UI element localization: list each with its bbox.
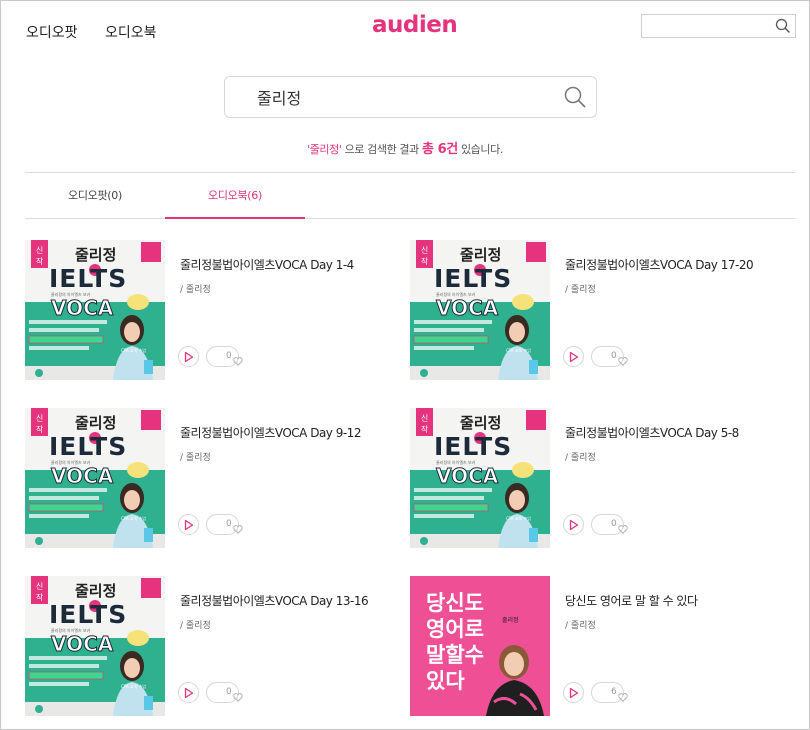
main-search-box (224, 76, 597, 118)
svg-text:VOCA: VOCA (51, 296, 114, 320)
svg-text:CTA 교육 수업: CTA 교육 수업 (506, 515, 531, 521)
svg-text:신: 신 (36, 414, 43, 423)
audiobook-author[interactable]: / 줄리정 (565, 450, 596, 463)
svg-text:줄리정: 줄리정 (75, 414, 116, 432)
like-count: 0 (226, 519, 232, 529)
audiobook-item: 신 작 줄리정 IELTS 줄리정의 아이엘츠 보카 VOCA CTA 교육 수… (25, 240, 385, 380)
svg-text:말할수: 말할수 (426, 643, 484, 667)
audiobook-title[interactable]: 줄리정불법아이엘츠VOCA Day 1-4 (180, 256, 354, 273)
svg-text:VOCA: VOCA (51, 464, 114, 488)
svg-text:줄리정: 줄리정 (75, 582, 116, 600)
svg-text:IELTS: IELTS (49, 264, 127, 293)
result-mid-text: 으로 검색한 결과 (341, 143, 422, 156)
svg-text:VOCA: VOCA (436, 464, 499, 488)
svg-text:당신도: 당신도 (426, 591, 484, 615)
svg-text:영어로: 영어로 (426, 617, 484, 641)
search-result-summary: '줄리정' 으로 검색한 결과 총 6건 있습니다. (0, 138, 810, 157)
divider (25, 172, 795, 173)
ielts-voca-cover[interactable]: 신 작 줄리정 IELTS 줄리정의 아이엘츠 보카 VOCA CTA 교육 수… (25, 240, 165, 380)
audiobook-title[interactable]: 줄리정불법아이엘츠VOCA Day 17-20 (565, 256, 754, 273)
play-button[interactable] (563, 346, 584, 367)
svg-text:작: 작 (421, 424, 429, 434)
audien-logo[interactable]: audien (372, 12, 458, 38)
audiobook-item: 신 작 줄리정 IELTS 줄리정의 아이엘츠 보카 VOCA CTA 교육 수… (410, 408, 770, 548)
svg-text:CTA 교육 수업: CTA 교육 수업 (506, 347, 531, 353)
svg-text:신: 신 (421, 414, 428, 423)
like-button[interactable]: 0 (591, 514, 628, 535)
search-icon[interactable] (563, 85, 587, 109)
like-count: 6 (611, 687, 617, 697)
svg-text:VOCA: VOCA (51, 632, 114, 656)
ielts-voca-cover[interactable]: 신 작 줄리정 IELTS 줄리정의 아이엘츠 보카 VOCA CTA 교육 수… (410, 408, 550, 548)
tab-audiopot[interactable]: 오디오팟(0) (25, 187, 165, 203)
like-count: 0 (226, 351, 232, 361)
svg-text:IELTS: IELTS (49, 600, 127, 629)
audiobook-author[interactable]: / 줄리정 (180, 282, 211, 295)
like-button[interactable]: 6 (591, 682, 628, 703)
audiobook-title[interactable]: 당신도 영어로 말 할 수 있다 (565, 592, 698, 609)
audiobook-title[interactable]: 줄리정불법아이엘츠VOCA Day 5-8 (565, 424, 739, 441)
audiobook-item: 신 작 줄리정 IELTS 줄리정의 아이엘츠 보카 VOCA CTA 교육 수… (25, 408, 385, 548)
svg-text:줄리정: 줄리정 (460, 246, 501, 264)
nav-audiopot[interactable]: 오디오팟 (26, 22, 78, 42)
result-query: '줄리정' (307, 143, 342, 156)
english-speaking-cover[interactable]: 당신도 영어로 말할수 있다 줄리정 (410, 576, 550, 716)
svg-text:신: 신 (421, 246, 428, 255)
like-button[interactable]: 0 (591, 346, 628, 367)
svg-text:줄리정: 줄리정 (502, 616, 519, 624)
svg-text:줄리정: 줄리정 (460, 414, 501, 432)
main-search-input[interactable] (257, 87, 547, 107)
play-button[interactable] (178, 682, 199, 703)
like-button[interactable]: 0 (206, 514, 243, 535)
top-search-input[interactable] (646, 18, 771, 34)
nav-audiobook[interactable]: 오디오북 (105, 22, 157, 42)
like-count: 0 (611, 519, 617, 529)
play-button[interactable] (563, 682, 584, 703)
svg-text:CTA 교육 수업: CTA 교육 수업 (121, 683, 146, 689)
result-suffix: 있습니다. (457, 143, 503, 156)
audiobook-title[interactable]: 줄리정불법아이엘츠VOCA Day 9-12 (180, 424, 361, 441)
audiobook-item: 당신도 영어로 말할수 있다 줄리정 당신도 영어로 말 할 수 있다 / 줄리정… (410, 576, 770, 716)
audiobook-author[interactable]: / 줄리정 (565, 282, 596, 295)
svg-text:CTA 교육 수업: CTA 교육 수업 (121, 515, 146, 521)
result-total-count: 6건 (437, 142, 459, 157)
search-icon[interactable] (775, 18, 791, 34)
audiobook-author[interactable]: / 줄리정 (180, 450, 211, 463)
svg-text:신: 신 (36, 582, 43, 591)
like-count: 0 (226, 687, 232, 697)
audiobook-item: 신 작 줄리정 IELTS 줄리정의 아이엘츠 보카 VOCA CTA 교육 수… (25, 576, 385, 716)
audiobook-title[interactable]: 줄리정불법아이엘츠VOCA Day 13-16 (180, 592, 369, 609)
top-search-box (641, 14, 796, 38)
svg-text:작: 작 (36, 424, 44, 434)
result-total-prefix: 총 (421, 142, 438, 157)
svg-text:작: 작 (421, 256, 429, 266)
svg-text:줄리정: 줄리정 (75, 246, 116, 264)
svg-text:VOCA: VOCA (436, 296, 499, 320)
like-button[interactable]: 0 (206, 346, 243, 367)
ielts-voca-cover[interactable]: 신 작 줄리정 IELTS 줄리정의 아이엘츠 보카 VOCA CTA 교육 수… (25, 408, 165, 548)
audiobook-author[interactable]: / 줄리정 (180, 618, 211, 631)
svg-text:신: 신 (36, 246, 43, 255)
svg-text:IELTS: IELTS (49, 432, 127, 461)
svg-text:CTA 교육 수업: CTA 교육 수업 (121, 347, 146, 353)
play-button[interactable] (178, 346, 199, 367)
svg-text:IELTS: IELTS (434, 264, 512, 293)
svg-text:IELTS: IELTS (434, 432, 512, 461)
svg-text:작: 작 (36, 592, 44, 602)
audiobook-author[interactable]: / 줄리정 (565, 618, 596, 631)
like-button[interactable]: 0 (206, 682, 243, 703)
like-count: 0 (611, 351, 617, 361)
tab-audiobook[interactable]: 오디오북(6) (165, 187, 305, 203)
ielts-voca-cover[interactable]: 신 작 줄리정 IELTS 줄리정의 아이엘츠 보카 VOCA CTA 교육 수… (25, 576, 165, 716)
svg-text:작: 작 (36, 256, 44, 266)
active-tab-indicator (165, 217, 305, 219)
play-button[interactable] (563, 514, 584, 535)
audiobook-item: 신 작 줄리정 IELTS 줄리정의 아이엘츠 보카 VOCA CTA 교육 수… (410, 240, 770, 380)
ielts-voca-cover[interactable]: 신 작 줄리정 IELTS 줄리정의 아이엘츠 보카 VOCA CTA 교육 수… (410, 240, 550, 380)
svg-text:있다: 있다 (426, 669, 465, 693)
divider (25, 218, 795, 219)
play-button[interactable] (178, 514, 199, 535)
